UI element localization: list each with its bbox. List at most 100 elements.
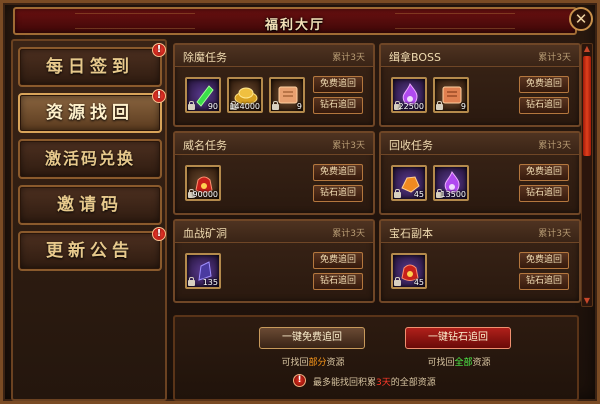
lock-icon	[436, 101, 443, 110]
note-text: 资源	[326, 358, 345, 368]
card-limit: 累计3天	[538, 53, 571, 63]
close-button[interactable]: ✕	[569, 7, 593, 31]
reward-item[interactable]: 90	[185, 77, 221, 113]
reward-item[interactable]: 22500	[391, 77, 427, 113]
free-recover-button[interactable]: 免费追回	[519, 76, 569, 93]
nav-item-resource-recovery[interactable]: 资源找回 !	[18, 89, 166, 133]
card-header: 血战矿洞 累计3天	[175, 221, 373, 243]
tip-highlight: 3天	[376, 378, 391, 388]
alert-icon: !	[293, 374, 306, 387]
nav-item-update-notice[interactable]: 更新公告 !	[18, 227, 166, 271]
reward-item[interactable]: 9	[269, 77, 305, 113]
diamond-recover-button[interactable]: 钻石追回	[313, 97, 363, 114]
free-recover-button[interactable]: 免费追回	[313, 164, 363, 181]
reward-item[interactable]: 9	[433, 77, 469, 113]
card-limit: 累计3天	[538, 141, 571, 151]
nav-item-label: 资源找回	[46, 103, 134, 123]
free-recover-button[interactable]: 免费追回	[313, 76, 363, 93]
nav-item-daily-signin[interactable]: 每日签到 !	[18, 43, 166, 87]
card-title: 回收任务	[389, 139, 433, 152]
reward-item[interactable]: 13500	[433, 165, 469, 201]
diamond-recover-button[interactable]: 钻石追回	[313, 185, 363, 202]
item-quantity: 9	[296, 102, 302, 111]
nav-item-label: 每日签到	[46, 57, 134, 77]
scrollbar[interactable]: ▲ ▼	[581, 43, 593, 307]
card-header: 宝石副本 累计3天	[381, 221, 579, 243]
note-text: 资源	[472, 358, 491, 368]
reward-item[interactable]: 144000	[227, 77, 263, 113]
nav-item-activation-code[interactable]: 激活码兑换	[18, 139, 162, 179]
item-quantity: 45	[413, 278, 424, 287]
lock-icon	[188, 277, 195, 286]
free-recover-button[interactable]: 免费追回	[519, 252, 569, 269]
task-card-capture-boss: 缉拿BOSS 累计3天 22500 9 免费追回 钻石追回	[379, 43, 581, 127]
free-recover-button[interactable]: 免费追回	[313, 252, 363, 269]
card-title: 宝石副本	[389, 227, 433, 240]
tip-text-pre: 最多能找回积累	[313, 378, 377, 388]
card-limit: 累计3天	[538, 229, 571, 239]
alert-badge-icon: !	[152, 89, 166, 103]
diamond-recover-note: 可找回全部资源	[399, 355, 519, 368]
item-quantity: 90	[207, 102, 218, 111]
reward-item[interactable]: 90000	[185, 165, 221, 201]
nav-item-invite-code[interactable]: 邀请码	[18, 185, 162, 225]
card-limit: 累计3天	[332, 53, 365, 63]
alert-badge-icon: !	[152, 227, 166, 241]
card-limit: 累计3天	[332, 229, 365, 239]
tip-text-post: 的全部资源	[390, 378, 436, 388]
window-title: 福利大厅	[264, 18, 325, 33]
task-card-demon-quest: 除魔任务 累计3天 90 144000 9 免费追回 钻石追回	[173, 43, 375, 127]
item-quantity: 144000	[229, 102, 260, 111]
lock-icon	[394, 189, 401, 198]
diamond-recover-button[interactable]: 钻石追回	[519, 273, 569, 290]
note-highlight: 部分	[308, 358, 327, 368]
reward-item[interactable]: 45	[391, 165, 427, 201]
nav-item-label: 激活码兑换	[44, 149, 135, 168]
free-recover-button[interactable]: 免费追回	[519, 164, 569, 181]
tip-text: 最多能找回积累3天的全部资源	[313, 375, 436, 388]
reward-item[interactable]: 45	[391, 253, 427, 289]
card-title: 血战矿洞	[183, 227, 227, 240]
diamond-recover-button[interactable]: 钻石追回	[313, 273, 363, 290]
free-recover-note: 可找回部分资源	[253, 355, 373, 368]
diamond-recover-button[interactable]: 钻石追回	[519, 97, 569, 114]
card-header: 回收任务 累计3天	[381, 133, 579, 155]
scroll-down-icon[interactable]: ▼	[583, 297, 591, 305]
nav-item-label: 更新公告	[46, 241, 134, 261]
recovery-task-grid: 除魔任务 累计3天 90 144000 9 免费追回 钻石追回 缉拿BOSS 累…	[173, 39, 581, 311]
note-text: 可找回	[281, 358, 309, 368]
lock-icon	[188, 101, 195, 110]
note-highlight: 全部	[454, 358, 473, 368]
task-card-prestige-quest: 威名任务 累计3天 90000 免费追回 钻石追回	[173, 131, 375, 215]
item-quantity: 9	[460, 102, 466, 111]
item-quantity: 90000	[192, 190, 218, 199]
task-card-recycle-quest: 回收任务 累计3天 45 13500 免费追回 钻石追回	[379, 131, 581, 215]
card-title: 缉拿BOSS	[389, 51, 441, 64]
lock-icon	[394, 277, 401, 286]
note-text: 可找回	[427, 358, 455, 368]
item-quantity: 135	[202, 278, 218, 287]
free-recover-all-button[interactable]: 一键免费追回	[259, 327, 365, 349]
left-nav: 每日签到 ! 资源找回 ! 激活码兑换 邀请码 更新公告 !	[11, 39, 167, 401]
reward-item[interactable]: 135	[185, 253, 221, 289]
diamond-recover-all-button[interactable]: 一键钻石追回	[405, 327, 511, 349]
card-header: 威名任务 累计3天	[175, 133, 373, 155]
card-header: 除魔任务 累计3天	[175, 45, 373, 67]
scroll-thumb[interactable]	[583, 56, 591, 156]
card-header: 缉拿BOSS 累计3天	[381, 45, 579, 67]
alert-badge-icon: !	[152, 43, 166, 57]
task-card-blood-mine: 血战矿洞 累计3天 135 免费追回 钻石追回	[173, 219, 375, 303]
card-limit: 累计3天	[332, 141, 365, 151]
diamond-recover-button[interactable]: 钻石追回	[519, 185, 569, 202]
lock-icon	[272, 101, 279, 110]
card-title: 除魔任务	[183, 51, 227, 64]
nav-item-label: 邀请码	[57, 195, 123, 215]
task-card-gem-dungeon: 宝石副本 累计3天 45 免费追回 钻石追回	[379, 219, 581, 303]
scroll-up-icon[interactable]: ▲	[583, 45, 591, 53]
item-quantity: 22500	[398, 102, 424, 111]
bulk-recover-panel: 一键免费追回 一键钻石追回 可找回部分资源 可找回全部资源 ! 最多能找回积累3…	[173, 315, 579, 401]
item-quantity: 13500	[440, 190, 466, 199]
card-title: 威名任务	[183, 139, 227, 152]
welfare-hall-window: 福利大厅 ✕ 每日签到 ! 资源找回 ! 激活码兑换 邀请码 更新公告 ! 除魔…	[0, 0, 600, 404]
item-quantity: 45	[413, 190, 424, 199]
